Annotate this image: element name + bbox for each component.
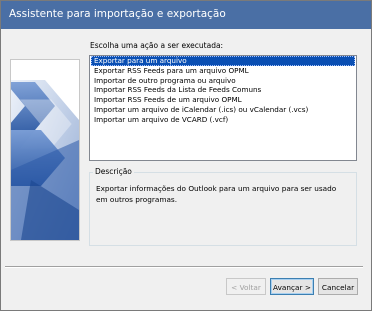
description-label: Descrição	[93, 167, 134, 176]
action-list[interactable]: Exportar para um arquivo Exportar RSS Fe…	[89, 55, 357, 161]
separator	[5, 266, 363, 268]
action-prompt: Escolha uma ação a ser executada:	[90, 41, 224, 50]
title-bar[interactable]: Assistente para importação e exportação	[1, 1, 371, 29]
list-item[interactable]: Importar um arquivo de VCARD (.vcf)	[91, 115, 355, 125]
arrows-graphic-icon	[11, 60, 79, 240]
wizard-banner-image	[10, 59, 80, 241]
list-item[interactable]: Importar RSS Feeds da Lista de Feeds Com…	[91, 85, 355, 95]
list-item[interactable]: Exportar para um arquivo	[91, 56, 355, 66]
next-button[interactable]: Avançar >	[270, 278, 314, 295]
list-item[interactable]: Importar RSS Feeds de um arquivo OPML	[91, 95, 355, 105]
window-title: Assistente para importação e exportação	[9, 8, 226, 20]
list-item[interactable]: Importar um arquivo de iCalendar (.ics) …	[91, 105, 355, 115]
list-item[interactable]: Importar de outro programa ou arquivo	[91, 76, 355, 86]
back-button[interactable]: < Voltar	[226, 278, 266, 295]
description-text: Exportar informações do Outlook para um …	[96, 184, 337, 204]
list-item[interactable]: Exportar RSS Feeds para um arquivo OPML	[91, 66, 355, 76]
cancel-button[interactable]: Cancelar	[318, 278, 358, 295]
